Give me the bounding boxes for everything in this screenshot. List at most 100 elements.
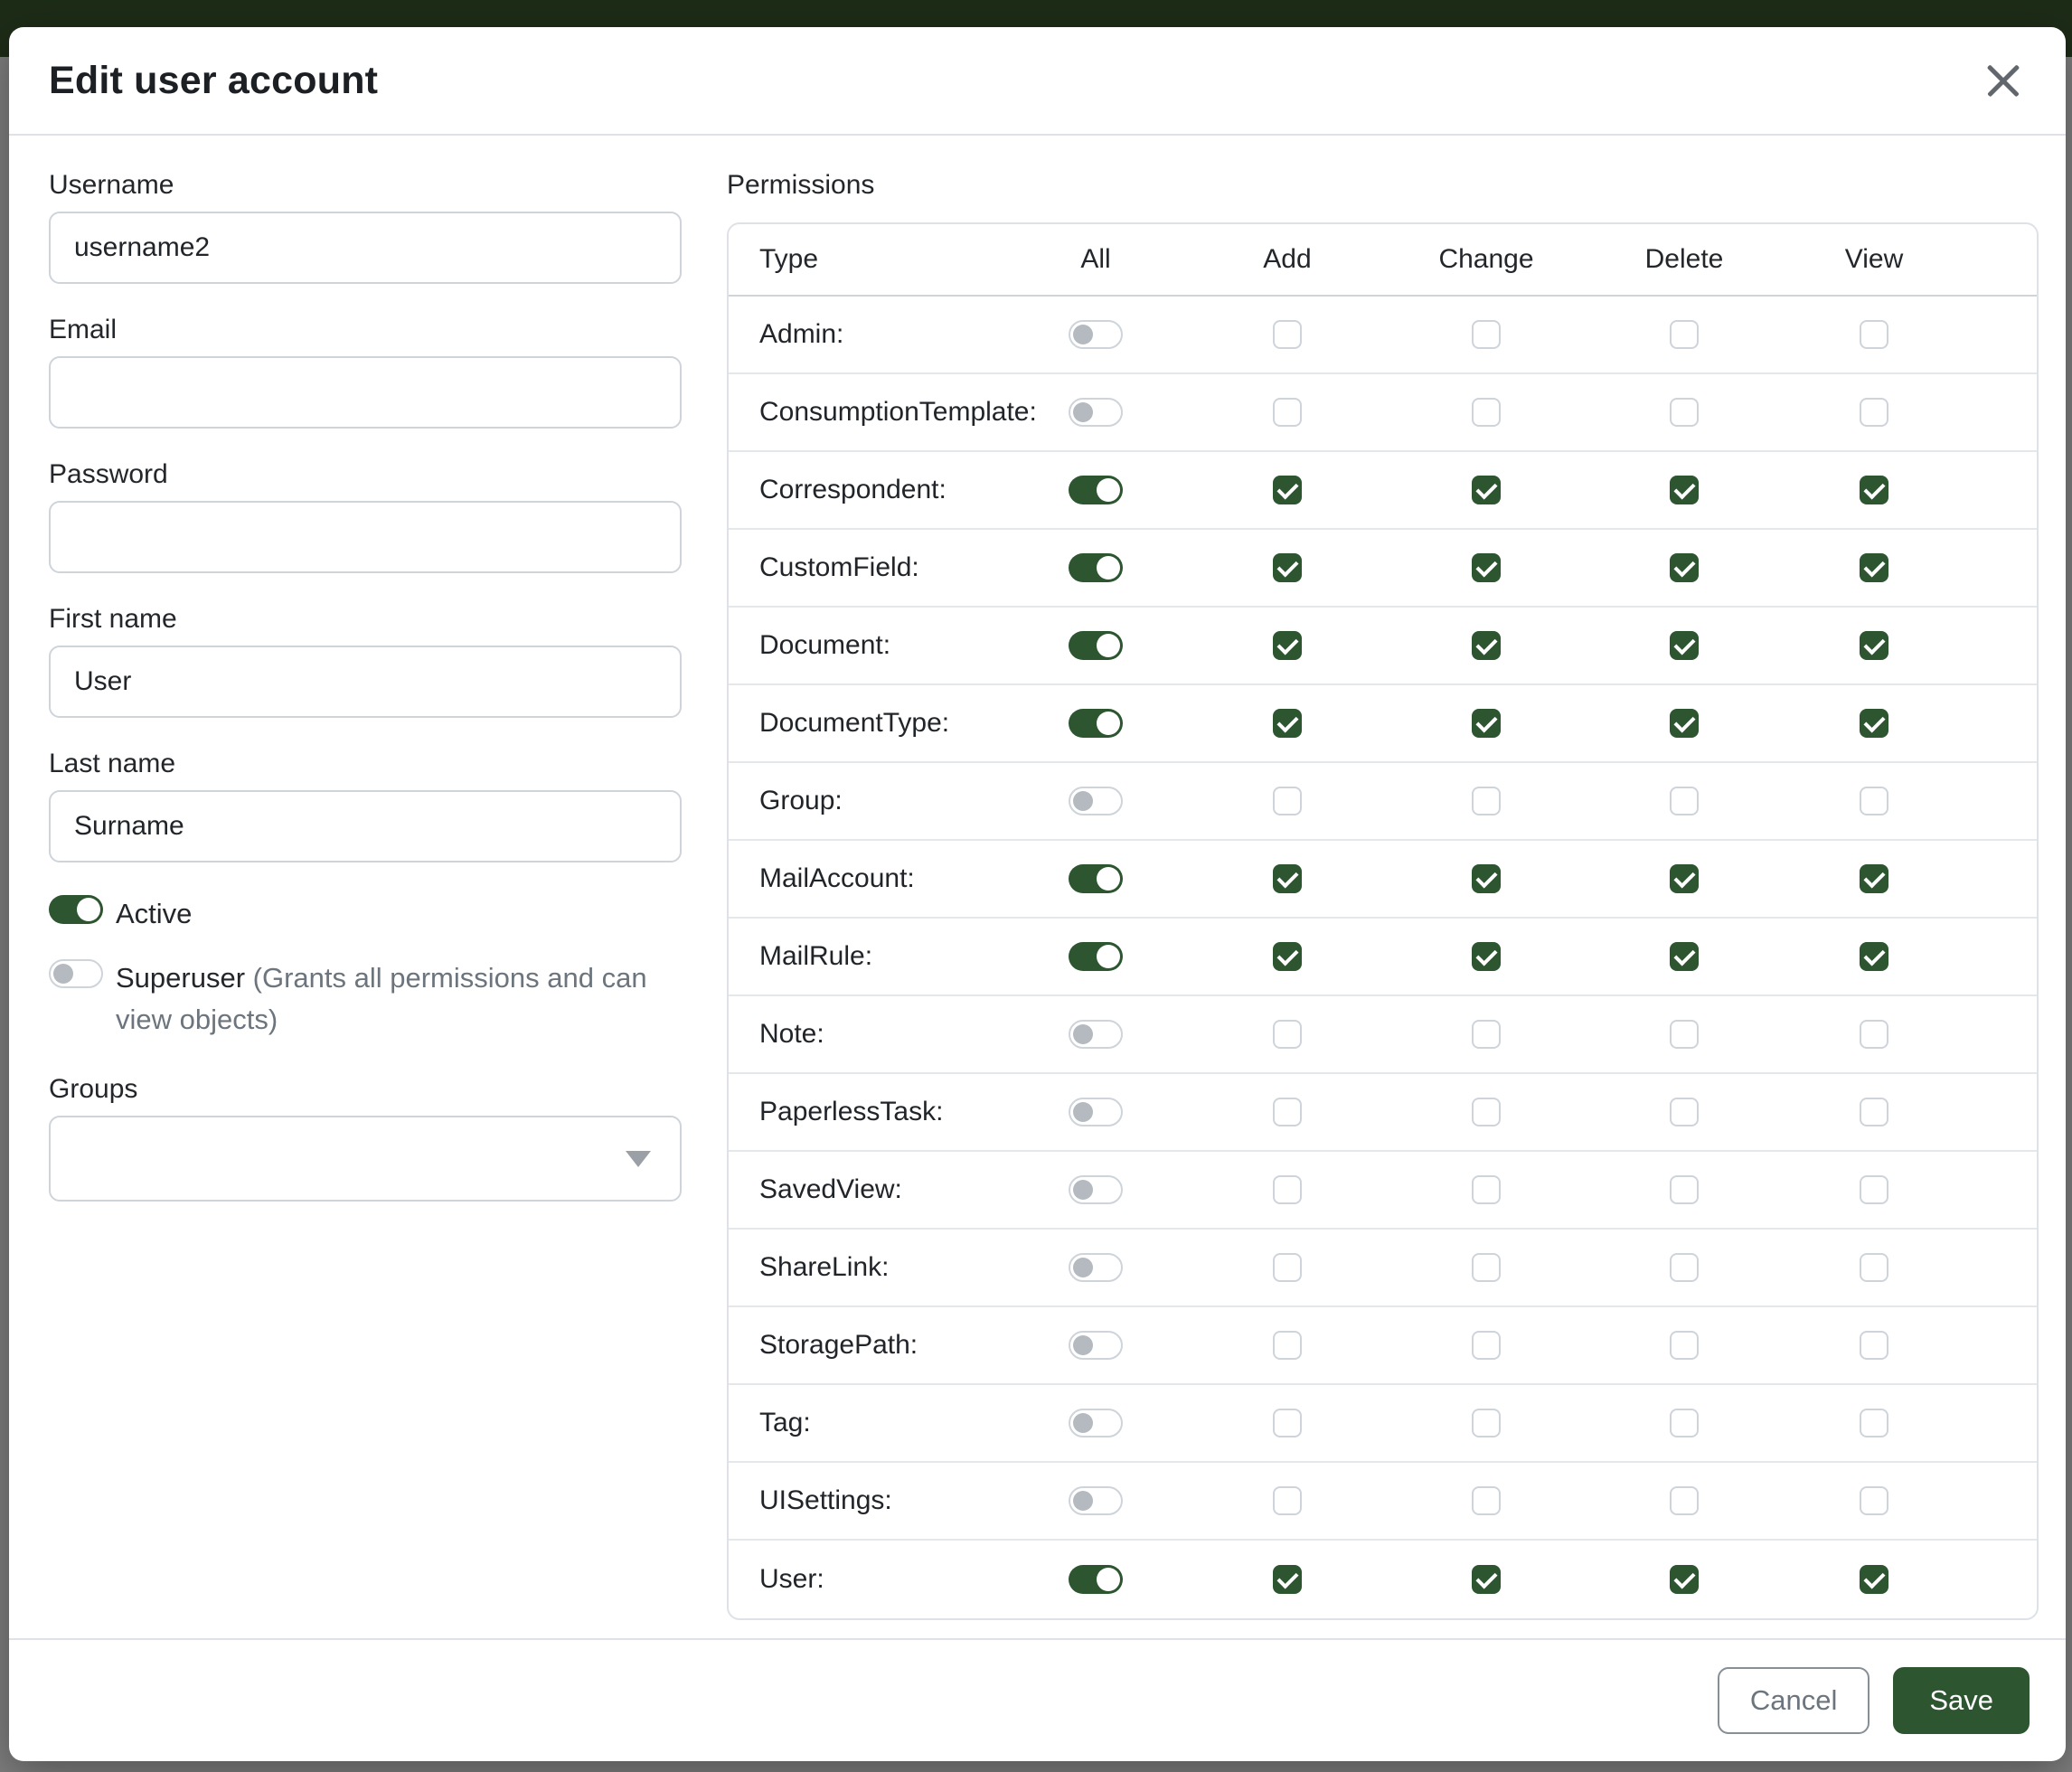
change-checkbox[interactable]: [1472, 1409, 1501, 1437]
add-checkbox[interactable]: [1273, 631, 1302, 660]
all-toggle[interactable]: [1069, 320, 1123, 349]
add-checkbox[interactable]: [1273, 1020, 1302, 1049]
email-input[interactable]: [49, 356, 682, 429]
change-checkbox[interactable]: [1472, 1020, 1501, 1049]
delete-checkbox[interactable]: [1670, 1565, 1699, 1594]
delete-checkbox[interactable]: [1670, 787, 1699, 815]
add-checkbox[interactable]: [1273, 398, 1302, 427]
delete-checkbox[interactable]: [1670, 1486, 1699, 1515]
all-toggle[interactable]: [1069, 942, 1123, 971]
add-checkbox[interactable]: [1273, 476, 1302, 504]
delete-checkbox[interactable]: [1670, 553, 1699, 582]
view-checkbox[interactable]: [1860, 1253, 1888, 1282]
view-checkbox[interactable]: [1860, 1565, 1888, 1594]
view-checkbox[interactable]: [1860, 709, 1888, 738]
first-name-input[interactable]: [49, 646, 682, 718]
add-checkbox[interactable]: [1273, 1098, 1302, 1126]
save-button[interactable]: Save: [1893, 1667, 2030, 1734]
change-checkbox[interactable]: [1472, 398, 1501, 427]
delete-checkbox[interactable]: [1670, 1409, 1699, 1437]
all-toggle[interactable]: [1069, 864, 1123, 893]
superuser-toggle[interactable]: [49, 959, 103, 988]
dialog-footer: Cancel Save: [9, 1638, 2066, 1761]
add-checkbox[interactable]: [1273, 1486, 1302, 1515]
view-checkbox[interactable]: [1860, 1409, 1888, 1437]
add-checkbox[interactable]: [1273, 320, 1302, 349]
add-checkbox[interactable]: [1273, 1253, 1302, 1282]
change-checkbox[interactable]: [1472, 1175, 1501, 1204]
view-checkbox[interactable]: [1860, 787, 1888, 815]
delete-checkbox[interactable]: [1670, 1020, 1699, 1049]
change-checkbox[interactable]: [1472, 864, 1501, 893]
change-checkbox[interactable]: [1472, 942, 1501, 971]
all-toggle[interactable]: [1069, 787, 1123, 815]
change-checkbox[interactable]: [1472, 1098, 1501, 1126]
username-input[interactable]: [49, 212, 682, 284]
all-toggle[interactable]: [1069, 398, 1123, 427]
delete-checkbox[interactable]: [1670, 320, 1699, 349]
password-input[interactable]: [49, 501, 682, 573]
all-toggle[interactable]: [1069, 709, 1123, 738]
all-toggle[interactable]: [1069, 1253, 1123, 1282]
add-checkbox[interactable]: [1273, 1565, 1302, 1594]
delete-checkbox[interactable]: [1670, 398, 1699, 427]
permission-row: ShareLink:: [729, 1230, 2037, 1307]
close-icon[interactable]: [1981, 58, 2026, 103]
change-checkbox[interactable]: [1472, 476, 1501, 504]
delete-checkbox[interactable]: [1670, 476, 1699, 504]
view-checkbox[interactable]: [1860, 942, 1888, 971]
all-toggle[interactable]: [1069, 1486, 1123, 1515]
view-checkbox[interactable]: [1860, 320, 1888, 349]
change-checkbox[interactable]: [1472, 1565, 1501, 1594]
change-checkbox[interactable]: [1472, 320, 1501, 349]
all-toggle[interactable]: [1069, 1175, 1123, 1204]
cancel-button[interactable]: Cancel: [1718, 1667, 1870, 1734]
add-checkbox[interactable]: [1273, 942, 1302, 971]
view-checkbox[interactable]: [1860, 553, 1888, 582]
change-checkbox[interactable]: [1472, 631, 1501, 660]
all-toggle[interactable]: [1069, 1409, 1123, 1437]
permission-type-label: MailRule:: [729, 941, 1000, 972]
delete-checkbox[interactable]: [1670, 631, 1699, 660]
add-checkbox[interactable]: [1273, 709, 1302, 738]
add-checkbox[interactable]: [1273, 787, 1302, 815]
view-checkbox[interactable]: [1860, 1486, 1888, 1515]
active-toggle[interactable]: [49, 895, 103, 924]
add-checkbox[interactable]: [1273, 864, 1302, 893]
chevron-down-icon: [626, 1151, 651, 1167]
all-toggle[interactable]: [1069, 553, 1123, 582]
delete-checkbox[interactable]: [1670, 942, 1699, 971]
change-checkbox[interactable]: [1472, 1253, 1501, 1282]
view-checkbox[interactable]: [1860, 1098, 1888, 1126]
delete-checkbox[interactable]: [1670, 1175, 1699, 1204]
all-toggle[interactable]: [1069, 1020, 1123, 1049]
all-toggle[interactable]: [1069, 631, 1123, 660]
change-checkbox[interactable]: [1472, 553, 1501, 582]
view-checkbox[interactable]: [1860, 398, 1888, 427]
view-checkbox[interactable]: [1860, 864, 1888, 893]
change-checkbox[interactable]: [1472, 787, 1501, 815]
delete-checkbox[interactable]: [1670, 709, 1699, 738]
delete-checkbox[interactable]: [1670, 1253, 1699, 1282]
change-checkbox[interactable]: [1472, 1486, 1501, 1515]
delete-checkbox[interactable]: [1670, 1331, 1699, 1360]
view-checkbox[interactable]: [1860, 476, 1888, 504]
add-checkbox[interactable]: [1273, 1331, 1302, 1360]
change-checkbox[interactable]: [1472, 709, 1501, 738]
delete-checkbox[interactable]: [1670, 864, 1699, 893]
add-checkbox[interactable]: [1273, 553, 1302, 582]
view-checkbox[interactable]: [1860, 1175, 1888, 1204]
add-checkbox[interactable]: [1273, 1409, 1302, 1437]
groups-select[interactable]: [49, 1116, 682, 1202]
change-checkbox[interactable]: [1472, 1331, 1501, 1360]
all-toggle[interactable]: [1069, 476, 1123, 504]
view-checkbox[interactable]: [1860, 1020, 1888, 1049]
view-checkbox[interactable]: [1860, 1331, 1888, 1360]
last-name-input[interactable]: [49, 790, 682, 862]
view-checkbox[interactable]: [1860, 631, 1888, 660]
all-toggle[interactable]: [1069, 1565, 1123, 1594]
all-toggle[interactable]: [1069, 1098, 1123, 1126]
all-toggle[interactable]: [1069, 1331, 1123, 1360]
add-checkbox[interactable]: [1273, 1175, 1302, 1204]
delete-checkbox[interactable]: [1670, 1098, 1699, 1126]
